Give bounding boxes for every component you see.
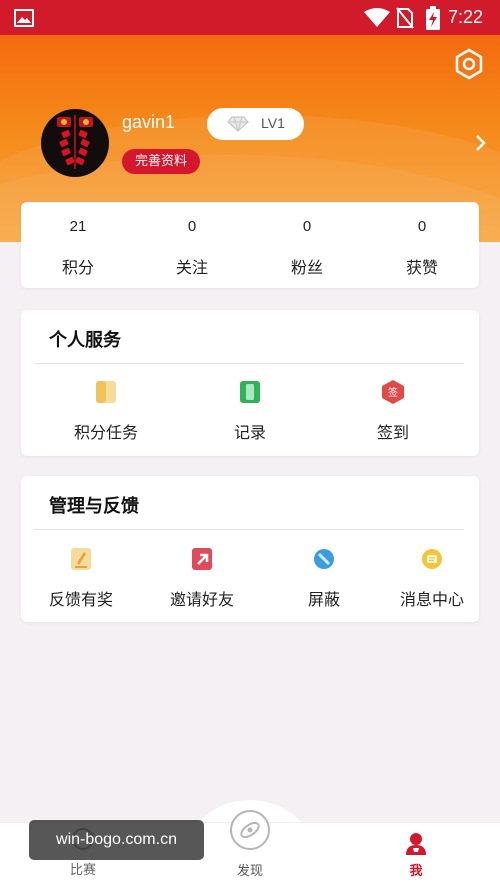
stat-value: 0: [417, 218, 427, 235]
profile-icon: [406, 833, 426, 855]
nav-label: 我: [409, 864, 423, 879]
username: gavin1: [122, 112, 176, 132]
nav-label: 发现: [236, 864, 263, 879]
level-badge[interactable]: LV1: [207, 108, 304, 140]
stat-value: 0: [187, 218, 197, 235]
record-icon: [240, 381, 260, 403]
no-sim-icon: [396, 7, 414, 29]
block-item[interactable]: 屏蔽: [274, 546, 374, 610]
status-time: 7:22: [448, 7, 484, 27]
message-icon: [422, 549, 442, 569]
nav-item-discover[interactable]: 发现: [200, 808, 300, 882]
stat-value: 21: [69, 218, 87, 235]
points-task-label: 积分任务: [73, 423, 138, 442]
stat-label: 获赞: [405, 258, 438, 277]
svg-text:签: 签: [388, 386, 398, 399]
stats-card: 21 积分 0 关注 0 粉丝 0 获赞: [21, 202, 479, 288]
battery-charging-icon: [426, 6, 440, 30]
points-task-item[interactable]: 积分任务: [56, 379, 156, 443]
block-icon: [314, 549, 334, 569]
stat-label: 关注: [175, 258, 208, 277]
invite-icon: [192, 548, 212, 570]
section-title: 个人服务: [49, 330, 121, 351]
block-label: 屏蔽: [307, 590, 340, 609]
checkin-label: 签到: [376, 423, 409, 442]
record-item[interactable]: 记录: [200, 379, 300, 443]
divider: [34, 529, 464, 530]
checkin-item[interactable]: 签 签到: [343, 379, 443, 443]
watermark: win-bogo.com.cn: [29, 820, 204, 860]
section-title: 管理与反馈: [49, 496, 139, 517]
feedback-reward-label: 反馈有奖: [48, 590, 113, 609]
nav-label: 比赛: [69, 863, 96, 878]
points-task-icon: [96, 381, 116, 403]
chevron-right-icon[interactable]: [474, 133, 488, 153]
feedback-reward-item[interactable]: 反馈有奖: [31, 546, 131, 610]
stat-label: 粉丝: [290, 258, 323, 277]
invite-friends-item[interactable]: 邀请好友: [152, 546, 252, 610]
personal-services-card: 个人服务 积分任务 记录 签 签到: [21, 310, 479, 456]
checkin-icon: 签: [382, 380, 404, 404]
complete-profile-button[interactable]: 完善资料: [122, 149, 200, 174]
stat-label: 积分: [61, 258, 94, 277]
stat-value: 0: [302, 218, 312, 235]
settings-icon[interactable]: [452, 47, 486, 81]
wifi-icon: [364, 8, 390, 27]
record-label: 记录: [233, 423, 266, 442]
image-icon: [14, 9, 34, 27]
avatar[interactable]: [41, 109, 109, 177]
status-bar: 7:22: [0, 0, 500, 35]
divider: [34, 363, 464, 364]
management-feedback-card: 管理与反馈 反馈有奖 邀请好友 屏蔽 消息中心: [21, 476, 479, 622]
firecracker-avatar-image: [57, 115, 93, 169]
feedback-icon: [71, 548, 91, 570]
discover-icon: [230, 810, 270, 850]
message-center-label: 消息中心: [399, 590, 464, 609]
diamond-icon: [227, 116, 249, 132]
invite-friends-label: 邀请好友: [169, 590, 234, 609]
message-center-item[interactable]: 消息中心: [382, 546, 482, 610]
level-label: LV1: [261, 115, 285, 131]
nav-item-me[interactable]: 我: [366, 832, 466, 882]
